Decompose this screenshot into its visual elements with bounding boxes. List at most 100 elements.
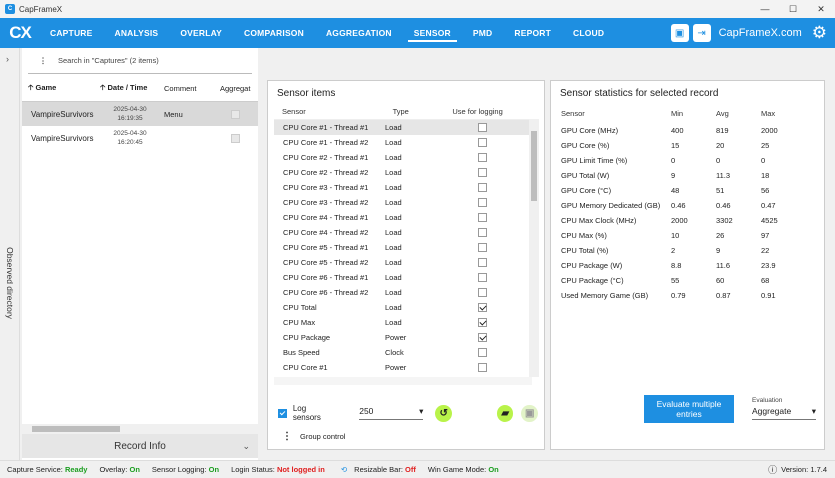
sensor-row[interactable]: CPU Core #2 - Thread #2 Load [274, 165, 532, 180]
use-for-logging-checkbox[interactable] [477, 258, 487, 267]
folder-icon[interactable]: ▰ [496, 404, 514, 422]
brand-link[interactable]: CapFrameX.com [719, 27, 802, 39]
use-for-logging-checkbox[interactable] [477, 348, 487, 357]
sensor-row[interactable]: CPU Core #1 - Thread #2 Load [274, 135, 532, 150]
stat-max: 0.91 [761, 291, 776, 300]
capture-comment[interactable]: Menu [160, 110, 220, 119]
col-aggregation[interactable]: Aggregat [220, 84, 256, 93]
use-for-logging-checkbox[interactable] [477, 303, 487, 312]
reset-icon[interactable]: ↺ [435, 404, 452, 422]
aggregation-checkbox[interactable] [230, 109, 240, 119]
sensor-row[interactable]: CPU Core #4 - Thread #1 Load [274, 210, 532, 225]
sensor-items-vscrollbar[interactable] [529, 119, 539, 377]
group-control[interactable]: ⋮ Group control [278, 431, 345, 442]
sensor-row[interactable]: CPU Core #5 - Thread #2 Load [274, 255, 532, 270]
refresh-icon[interactable]: ⟲ [341, 465, 347, 474]
chevron-right-icon[interactable]: › [6, 54, 9, 64]
col-comment[interactable]: Comment [160, 84, 220, 93]
evaluate-multiple-button[interactable]: Evaluate multiple entries [644, 395, 734, 423]
sensor-row[interactable]: CPU Core #2 - Thread #1 Load [274, 150, 532, 165]
log-sensors-checkbox[interactable] [278, 408, 287, 418]
tab-overlay[interactable]: OVERLAY [180, 18, 222, 48]
col-game[interactable]: 🡡 Game [22, 82, 100, 95]
nav-tabs: CAPTURE ANALYSIS OVERLAY COMPARISON AGGREGAT… [50, 18, 626, 48]
logging-cell [457, 213, 507, 222]
settings-gear-icon[interactable]: ⚙ [812, 23, 827, 43]
save-icon[interactable]: ▣ [521, 404, 538, 422]
captures-hscrollbar[interactable] [22, 424, 258, 434]
scroll-thumb[interactable] [531, 131, 537, 201]
chevron-down-icon[interactable]: ⌄ [242, 441, 250, 452]
interval-select[interactable]: 250 ▾ [359, 406, 424, 420]
use-for-logging-checkbox[interactable] [477, 333, 487, 342]
minimize-icon[interactable]: — [751, 0, 779, 18]
sensor-row[interactable]: CPU Package Power [274, 330, 532, 345]
tab-comparison[interactable]: COMPARISON [244, 18, 304, 48]
capture-row[interactable]: VampireSurvivors 2025-04-30 16:20:45 [22, 126, 258, 150]
sensor-type: Load [385, 183, 402, 192]
use-for-logging-checkbox[interactable] [477, 153, 487, 162]
stat-sensor: GPU Limit Time (%) [561, 156, 628, 165]
sensor-row[interactable]: CPU Core #5 - Thread #1 Load [274, 240, 532, 255]
aggregation-checkbox[interactable] [230, 133, 240, 143]
tab-report[interactable]: REPORT [514, 18, 551, 48]
stat-max: 22 [761, 246, 770, 255]
use-for-logging-checkbox[interactable] [477, 123, 487, 132]
sensor-row[interactable]: CPU Core #6 - Thread #2 Load [274, 285, 532, 300]
capture-row[interactable]: VampireSurvivors 2025-04-30 16:19:35 Menu [22, 102, 258, 126]
more-vert-icon[interactable]: ⋮ [34, 56, 52, 65]
sensor-name: CPU Core #2 - Thread #2 [283, 168, 369, 177]
sensor-type: Load [385, 123, 402, 132]
use-for-logging-checkbox[interactable] [477, 183, 487, 192]
use-for-logging-checkbox[interactable] [477, 168, 487, 177]
tab-capture[interactable]: CAPTURE [50, 18, 93, 48]
use-for-logging-checkbox[interactable] [477, 318, 487, 327]
use-for-logging-checkbox[interactable] [477, 198, 487, 207]
sensor-items-hscrollbar[interactable] [274, 377, 532, 385]
window-controls: — ☐ ✕ [751, 0, 835, 18]
scroll-thumb[interactable] [32, 426, 120, 432]
info-icon[interactable]: ⓘ [768, 463, 777, 476]
record-info-expander[interactable]: Record Info ⌄ [22, 434, 258, 458]
tab-sensor[interactable]: SENSOR [407, 18, 458, 48]
captures-rows: VampireSurvivors 2025-04-30 16:19:35 Menu Va… [22, 102, 258, 150]
use-for-logging-checkbox[interactable] [477, 363, 487, 372]
resizable-bar-status: Off [405, 465, 416, 474]
search-input[interactable]: Search in "Captures" (2 items) [58, 56, 159, 65]
sensor-row[interactable]: CPU Core #4 - Thread #2 Load [274, 225, 532, 240]
use-for-logging-checkbox[interactable] [477, 228, 487, 237]
logging-cell [457, 198, 507, 207]
maximize-icon[interactable]: ☐ [779, 0, 807, 18]
use-for-logging-checkbox[interactable] [477, 243, 487, 252]
stat-sensor: GPU Core (MHz) [561, 126, 619, 135]
sensor-row[interactable]: CPU Core #3 - Thread #1 Load [274, 180, 532, 195]
observed-directory-strip[interactable]: › Observed directory [0, 48, 20, 460]
col-date[interactable]: 🡡 Date / Time [100, 82, 160, 95]
use-for-logging-checkbox[interactable] [477, 273, 487, 282]
tab-aggregation[interactable]: AGGREGATION [326, 18, 392, 48]
sensor-row[interactable]: CPU Core #1 Power [274, 360, 532, 375]
stat-avg: 0.87 [716, 291, 731, 300]
sensor-row[interactable]: Bus Speed Clock [274, 345, 532, 360]
sensor-row[interactable]: CPU Total Load [274, 300, 532, 315]
use-for-logging-checkbox[interactable] [477, 213, 487, 222]
close-icon[interactable]: ✕ [807, 0, 835, 18]
version-value: 1.7.4 [810, 465, 827, 474]
use-for-logging-checkbox[interactable] [477, 138, 487, 147]
sensor-row[interactable]: CPU Core #3 - Thread #2 Load [274, 195, 532, 210]
more-vert-icon[interactable]: ⋮ [278, 431, 296, 442]
evaluation-select[interactable]: Evaluation Aggregate ▾ [752, 397, 816, 420]
col-type: Type [392, 107, 409, 116]
sensor-row[interactable]: CPU Max Load [274, 315, 532, 330]
use-for-logging-checkbox[interactable] [477, 288, 487, 297]
stat-sensor: GPU Memory Dedicated (GB) [561, 201, 661, 210]
tab-cloud[interactable]: CLOUD [573, 18, 604, 48]
sensor-row[interactable]: CPU Core #6 - Thread #1 Load [274, 270, 532, 285]
sensor-name: CPU Total [283, 303, 317, 312]
sensor-row[interactable]: CPU Core #1 - Thread #1 Load [274, 120, 532, 135]
screenshot-icon[interactable]: ▣ [670, 24, 689, 42]
stat-max: 97 [761, 231, 770, 240]
tab-pmd[interactable]: PMD [473, 18, 493, 48]
tab-analysis[interactable]: ANALYSIS [115, 18, 159, 48]
login-icon[interactable]: ⇥ [692, 24, 711, 42]
